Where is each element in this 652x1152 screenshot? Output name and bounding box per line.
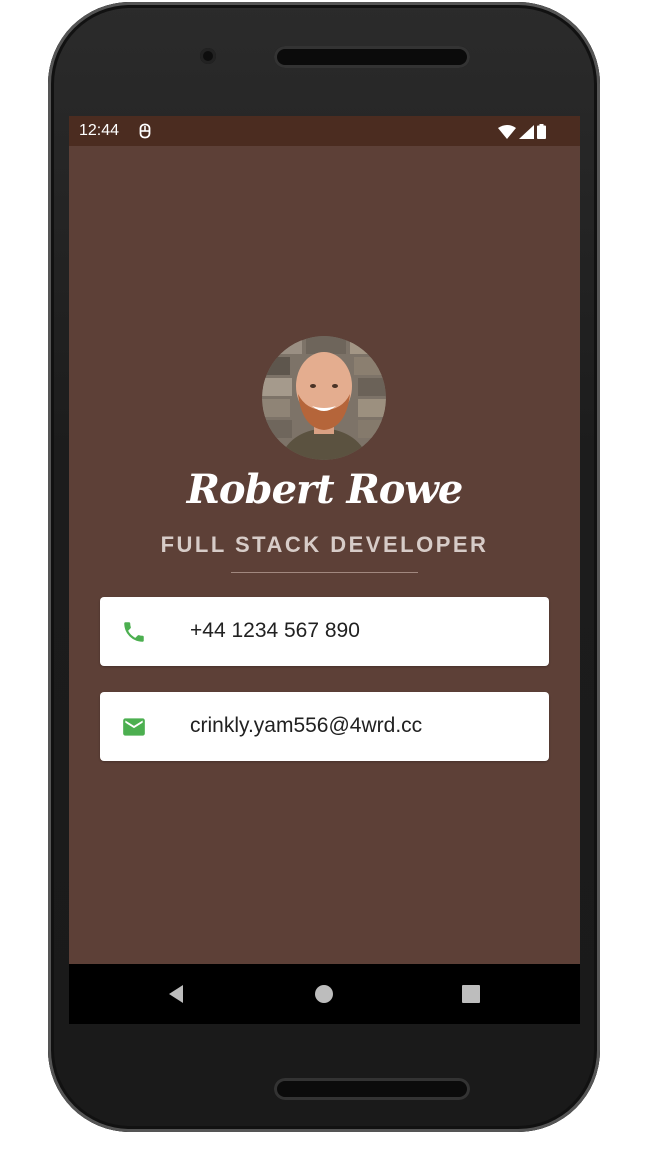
profile-name: Robert Rowe [186, 466, 464, 513]
battery-icon [537, 124, 546, 139]
app-screen: 12:44 Robert Rowe FULL STACK DEVELOPER +… [69, 116, 580, 1024]
email-address: crinkly.yam556@4wrd.cc [190, 714, 423, 737]
profile-title: FULL STACK DEVELOPER [160, 532, 489, 557]
home-icon[interactable] [312, 982, 336, 1006]
status-time: 12:44 [79, 122, 120, 139]
email-card[interactable]: crinkly.yam556@4wrd.cc [100, 692, 549, 761]
phone-card[interactable]: +44 1234 567 890 [100, 597, 549, 666]
notification-icon [139, 123, 151, 139]
avatar [262, 336, 386, 460]
front-camera [200, 48, 216, 64]
phone-icon [124, 622, 144, 642]
status-bar: 12:44 [69, 116, 580, 146]
status-icons [498, 124, 546, 139]
signal-icon [519, 124, 534, 139]
divider [231, 572, 418, 573]
navigation-bar [69, 964, 580, 1024]
back-icon[interactable] [165, 982, 189, 1006]
recents-icon[interactable] [459, 982, 483, 1006]
email-icon [123, 718, 145, 736]
top-speaker [274, 46, 470, 68]
wifi-icon [498, 124, 516, 139]
phone-number: +44 1234 567 890 [190, 619, 360, 642]
bottom-speaker [274, 1078, 470, 1100]
